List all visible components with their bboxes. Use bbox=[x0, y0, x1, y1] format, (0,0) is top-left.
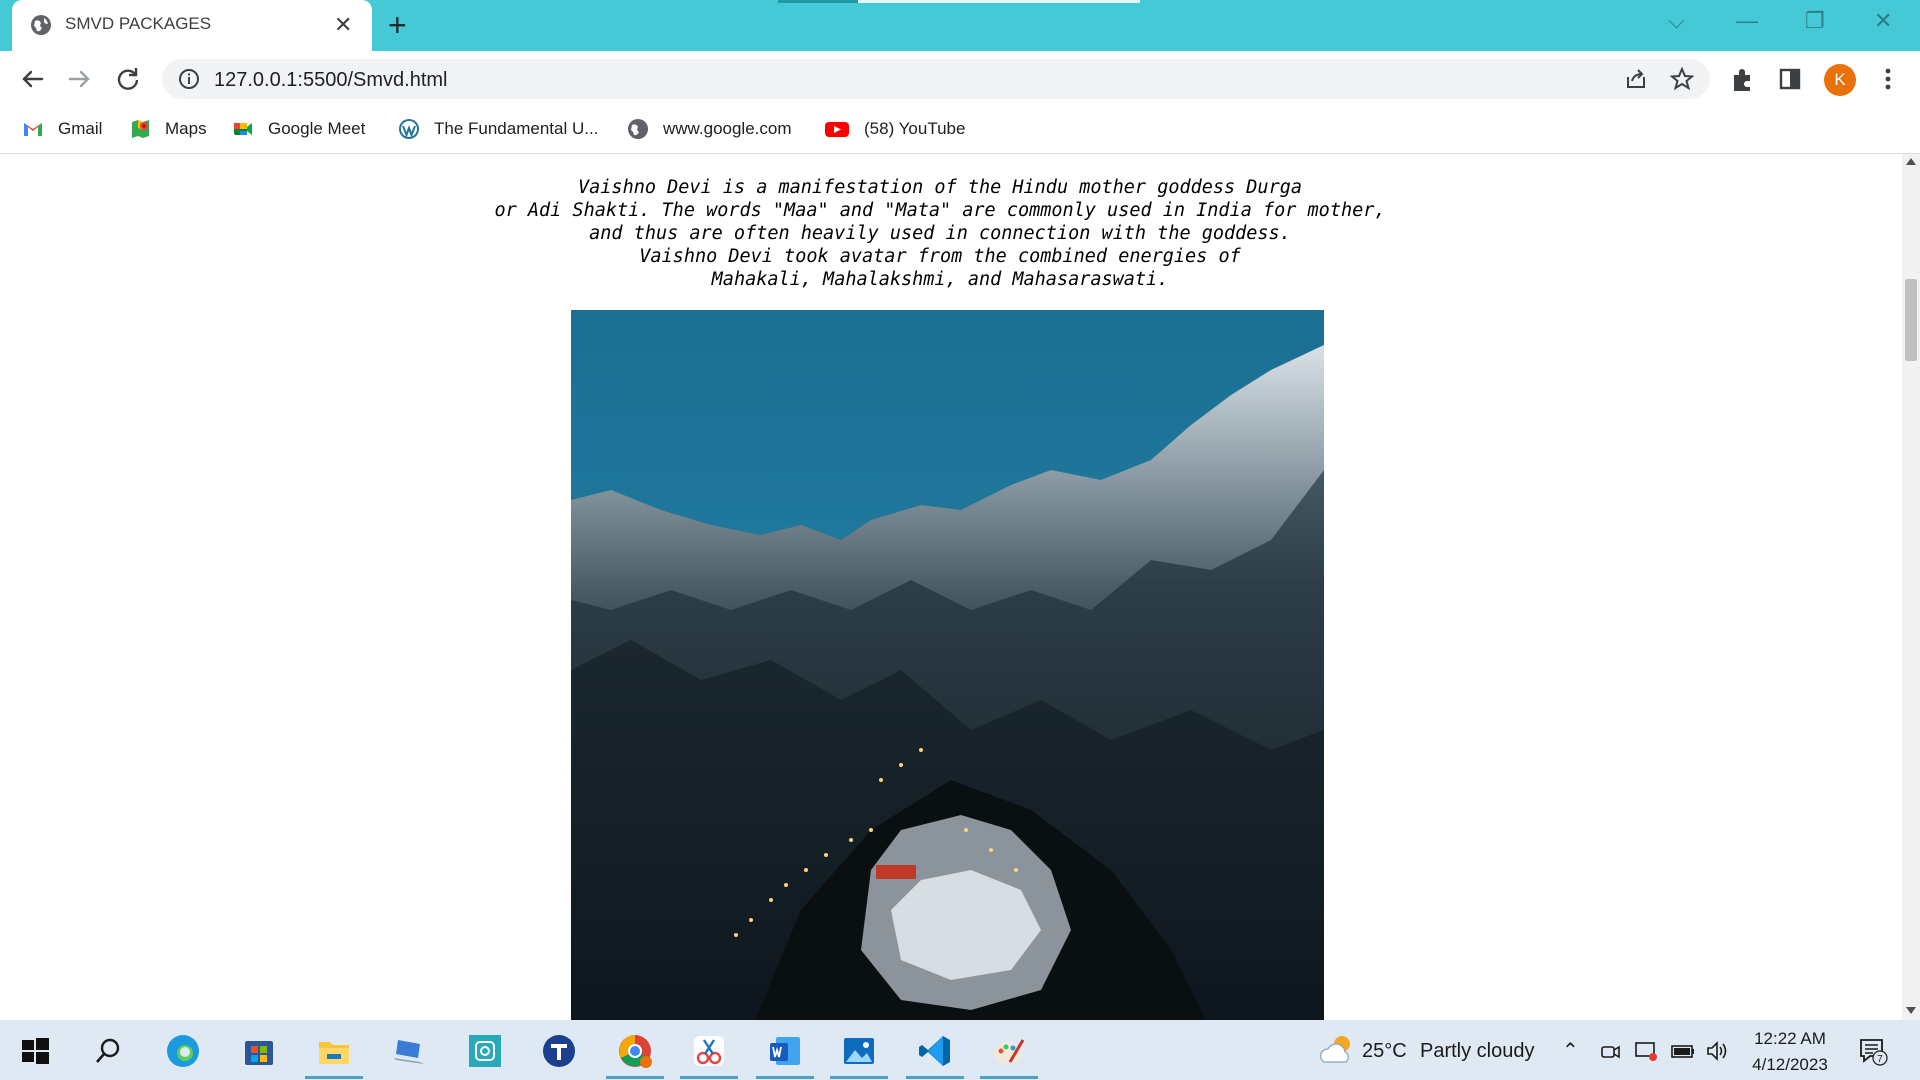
vscode-icon[interactable] bbox=[916, 1032, 954, 1070]
intro-paragraph: Vaishno Devi is a manifestation of the H… bbox=[480, 176, 1400, 291]
bookmark-maps[interactable]: Maps bbox=[129, 115, 207, 143]
meet-now-icon[interactable] bbox=[1598, 1040, 1622, 1064]
bookmark-label: The Fundamental U... bbox=[434, 119, 599, 138]
notification-count: 7 bbox=[1877, 1054, 1883, 1065]
photos-icon[interactable] bbox=[840, 1032, 878, 1070]
microsoft-store-icon[interactable] bbox=[240, 1032, 278, 1070]
intro-line: Mahakali, Mahalakshmi, and Mahasaraswati… bbox=[711, 269, 1169, 290]
restore-icon[interactable]: ❐ bbox=[1805, 8, 1825, 34]
youtube-icon bbox=[825, 122, 849, 137]
chevron-up-icon[interactable]: ⌃ bbox=[1562, 1038, 1579, 1063]
active-app-indicator bbox=[756, 1076, 814, 1079]
menu-kebab-icon[interactable] bbox=[1872, 63, 1904, 95]
intro-line: Vaishno Devi is a manifestation of the H… bbox=[578, 177, 1302, 198]
windows-start-icon[interactable] bbox=[16, 1032, 54, 1070]
word-icon[interactable] bbox=[766, 1032, 804, 1070]
browser-toolbar: 127.0.0.1:5500/Smvd.html K bbox=[0, 51, 1920, 107]
scroll-up-arrow-icon[interactable] bbox=[1906, 158, 1916, 165]
edge-icon[interactable] bbox=[164, 1032, 202, 1070]
close-tab-icon[interactable]: ✕ bbox=[334, 12, 352, 38]
search-icon[interactable] bbox=[90, 1032, 128, 1070]
gmail-icon bbox=[24, 123, 42, 136]
windows-taskbar: 25°C Partly cloudy ⌃ 12:22 AM 4/12/2023 … bbox=[0, 1020, 1920, 1080]
side-panel-icon[interactable] bbox=[1774, 63, 1806, 95]
share-icon[interactable] bbox=[1624, 67, 1648, 91]
forward-icon[interactable] bbox=[64, 63, 96, 95]
tabstrip-indicator-secondary bbox=[858, 0, 1140, 3]
intro-line: Vaishno Devi took avatar from the combin… bbox=[639, 246, 1241, 267]
clock-date: 4/12/2023 bbox=[1752, 1055, 1828, 1074]
scroll-down-arrow-icon[interactable] bbox=[1906, 1007, 1916, 1014]
active-app-indicator bbox=[906, 1076, 964, 1079]
battery-icon[interactable] bbox=[1670, 1040, 1696, 1062]
bookmark-label: www.google.com bbox=[663, 119, 792, 138]
active-app-indicator bbox=[830, 1076, 888, 1079]
scrollbar-thumb[interactable] bbox=[1905, 279, 1917, 361]
bookmark-google[interactable]: www.google.com bbox=[627, 115, 792, 143]
address-bar[interactable]: 127.0.0.1:5500/Smvd.html bbox=[162, 59, 1710, 99]
bookmark-youtube[interactable]: (58) YouTube bbox=[824, 115, 965, 143]
close-window-icon[interactable]: ✕ bbox=[1874, 8, 1892, 34]
bookmark-label: Google Meet bbox=[268, 119, 366, 138]
weather-partly-cloudy-icon[interactable] bbox=[1318, 1030, 1358, 1070]
typing-master-icon[interactable] bbox=[540, 1032, 578, 1070]
weather-description[interactable]: Partly cloudy bbox=[1420, 1040, 1535, 1063]
network-icon[interactable] bbox=[1633, 1038, 1659, 1064]
new-tab-button[interactable]: + bbox=[388, 6, 407, 44]
chrome-icon[interactable] bbox=[616, 1032, 654, 1070]
back-icon[interactable] bbox=[16, 63, 48, 95]
extensions-icon[interactable] bbox=[1726, 63, 1758, 95]
tab-title: SMVD PACKAGES bbox=[65, 14, 212, 33]
active-app-indicator bbox=[606, 1076, 664, 1079]
page-scrollbar[interactable] bbox=[1902, 154, 1920, 1020]
intro-line: and thus are often heavily used in conne… bbox=[589, 223, 1291, 244]
url-text[interactable]: 127.0.0.1:5500/Smvd.html bbox=[214, 69, 447, 92]
intro-line: or Adi Shakti. The words "Maa" and "Mata… bbox=[494, 200, 1386, 221]
page-viewport: Vaishno Devi is a manifestation of the H… bbox=[0, 154, 1902, 1020]
globe-icon bbox=[31, 15, 51, 35]
bookmark-gmail[interactable]: Gmail bbox=[22, 115, 102, 143]
bookmark-fundamental[interactable]: The Fundamental U... bbox=[398, 115, 598, 143]
profile-avatar[interactable]: K bbox=[1824, 64, 1856, 96]
bookmark-google-meet[interactable]: Google Meet bbox=[232, 115, 365, 143]
tab-search-icon[interactable]: ⌵ bbox=[1668, 8, 1685, 34]
teal-app-icon[interactable] bbox=[466, 1032, 504, 1070]
active-app-indicator bbox=[680, 1076, 738, 1079]
bookmarks-bar: Gmail Maps Google Meet The Fundamental U… bbox=[0, 107, 1920, 154]
notification-icon[interactable]: 7 bbox=[1858, 1036, 1888, 1066]
file-explorer-icon[interactable] bbox=[315, 1032, 353, 1070]
browser-title-bar: SMVD PACKAGES ✕ + ⌵ — ❐ ✕ bbox=[0, 0, 1920, 51]
reload-icon[interactable] bbox=[112, 63, 144, 95]
tabstrip-indicator bbox=[778, 0, 858, 3]
active-app-indicator bbox=[980, 1076, 1038, 1079]
bookmark-label: (58) YouTube bbox=[864, 119, 966, 138]
bookmark-star-icon[interactable] bbox=[1670, 67, 1694, 91]
clock-time: 12:22 AM bbox=[1754, 1029, 1826, 1048]
system-clock[interactable]: 12:22 AM 4/12/2023 bbox=[1740, 1026, 1840, 1078]
snipping-tool-icon[interactable] bbox=[690, 1032, 728, 1070]
meet-icon bbox=[234, 123, 252, 135]
active-tab[interactable]: SMVD PACKAGES ✕ bbox=[12, 0, 372, 51]
bookmark-label: Gmail bbox=[58, 119, 103, 138]
minimize-icon[interactable]: — bbox=[1736, 8, 1758, 34]
volume-icon[interactable] bbox=[1704, 1038, 1730, 1064]
site-info-icon[interactable] bbox=[178, 68, 200, 90]
weather-temperature[interactable]: 25°C bbox=[1362, 1040, 1407, 1063]
vaishno-devi-mountain-photo bbox=[571, 310, 1324, 1020]
maps-icon bbox=[132, 120, 149, 138]
laptop-app-icon[interactable] bbox=[390, 1032, 428, 1070]
wordpress-icon bbox=[399, 119, 419, 139]
active-app-indicator bbox=[305, 1076, 363, 1079]
bookmark-label: Maps bbox=[165, 119, 207, 138]
paint-icon[interactable] bbox=[990, 1032, 1028, 1070]
globe-icon bbox=[628, 119, 648, 139]
